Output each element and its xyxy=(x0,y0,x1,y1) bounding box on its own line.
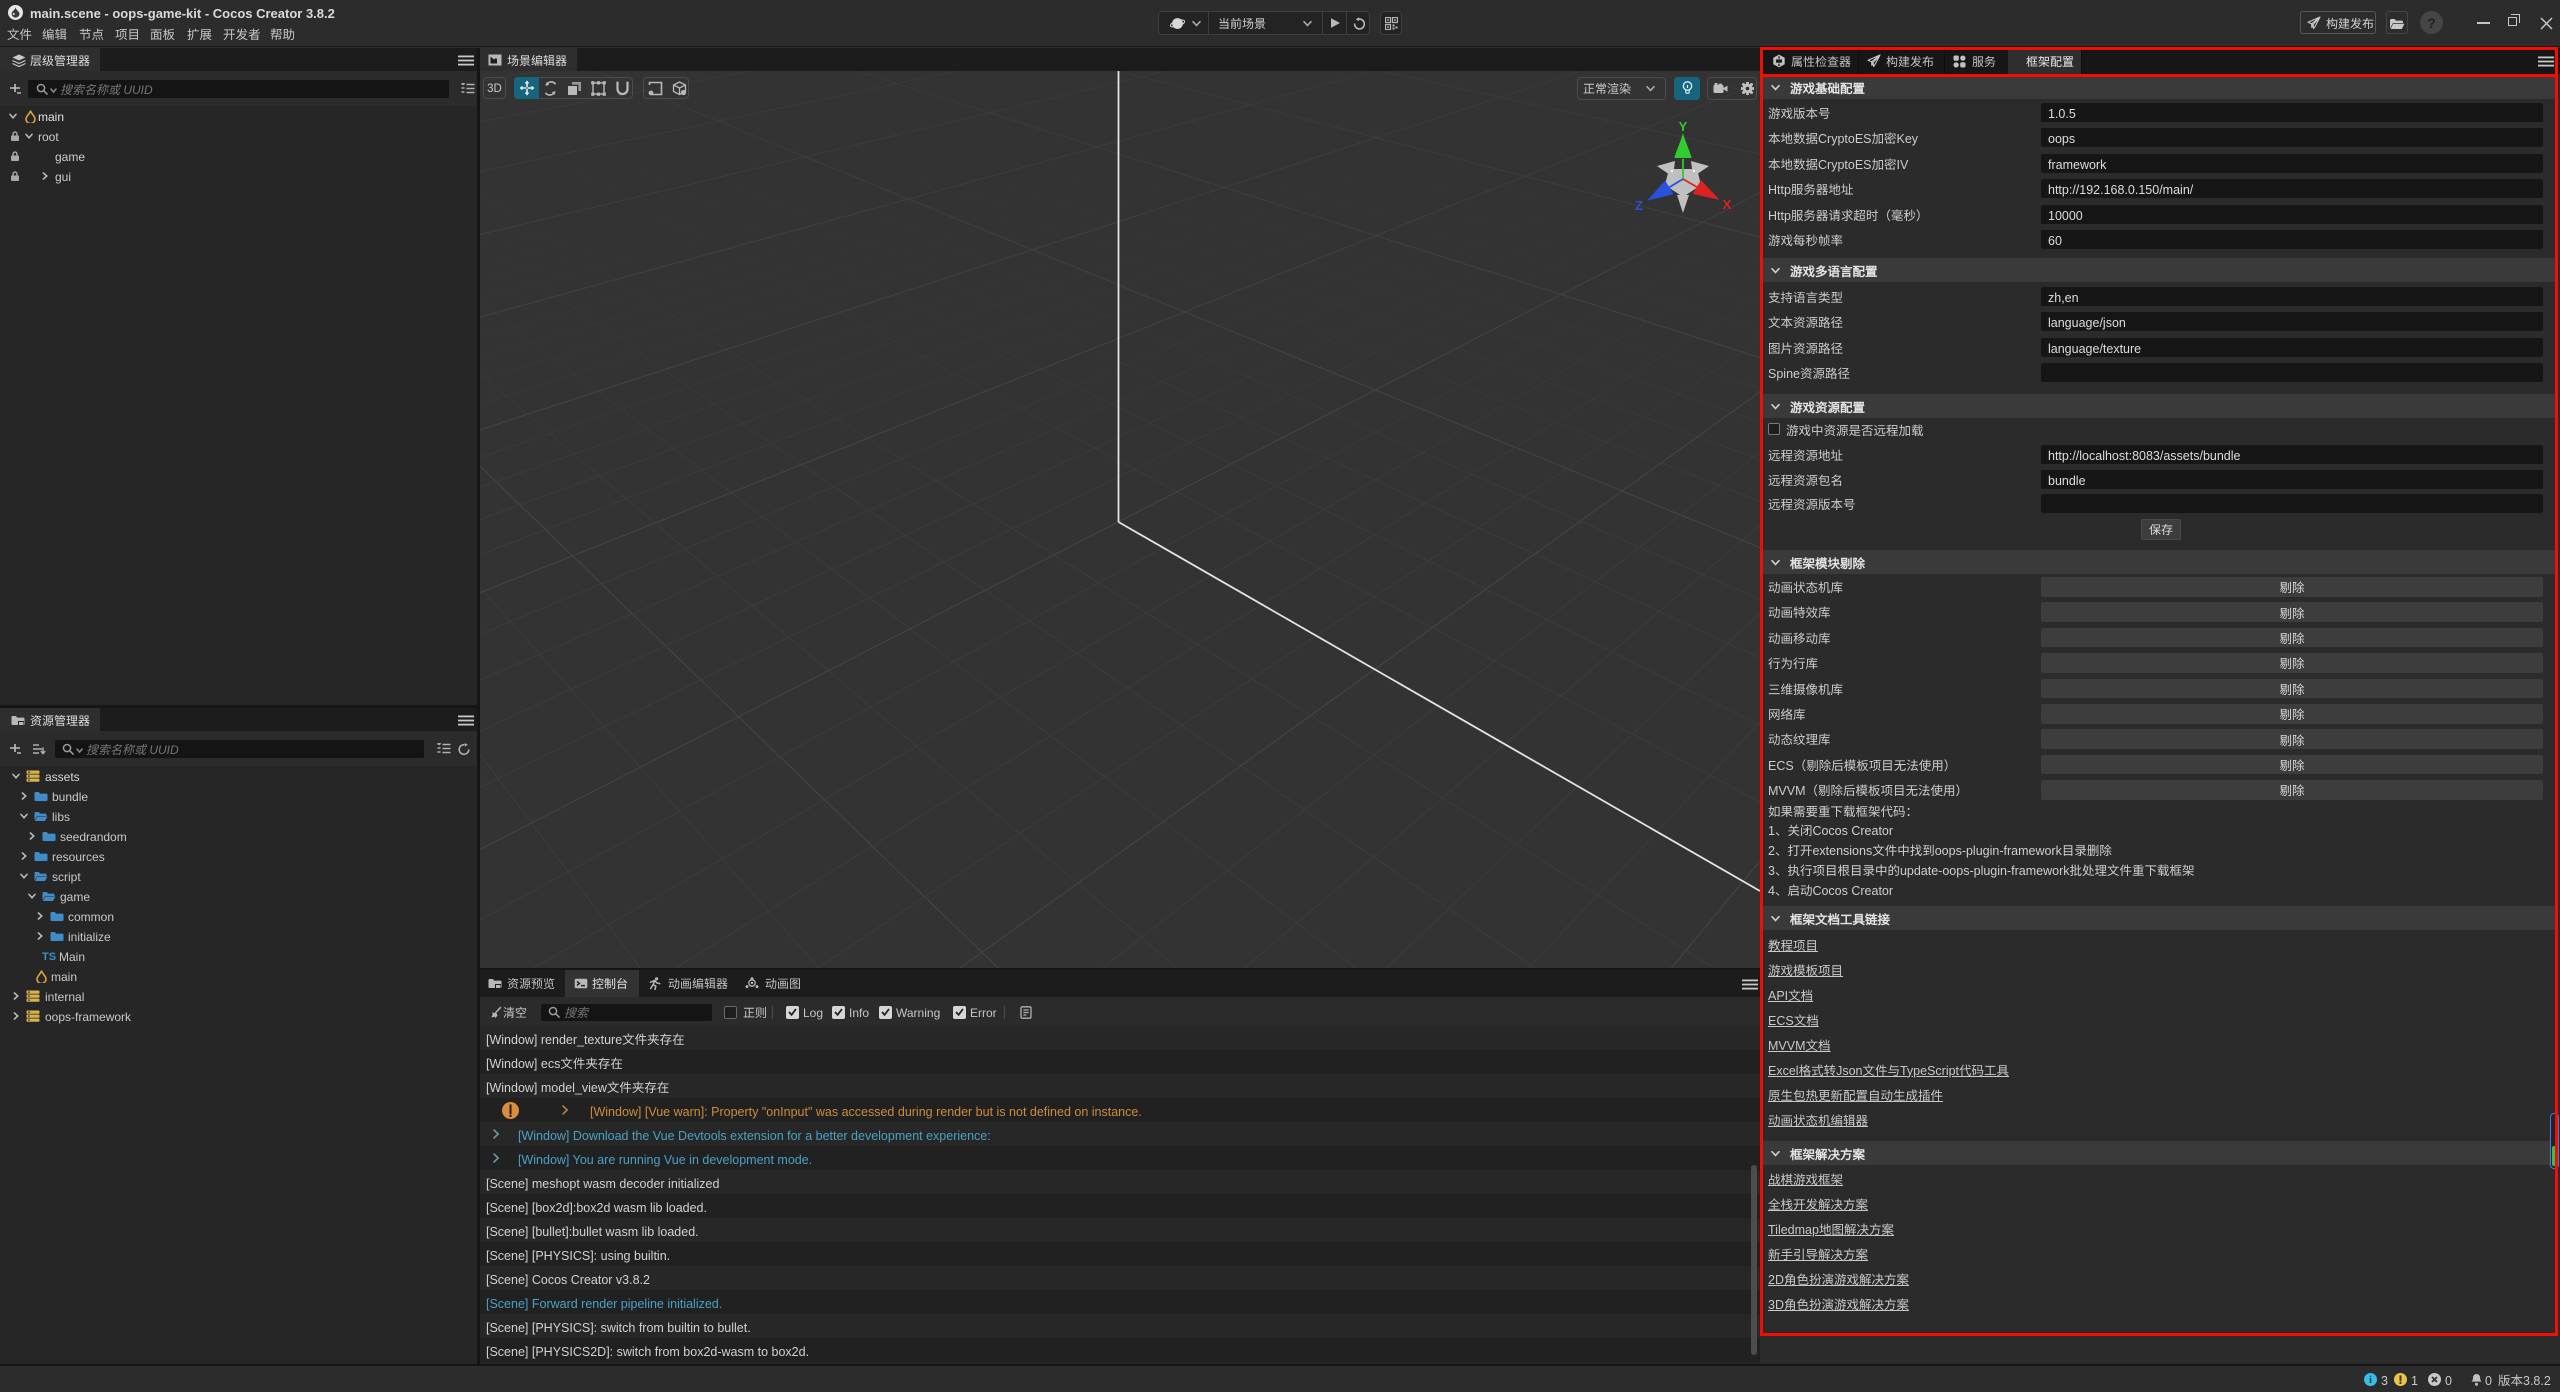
svg-text:i: i xyxy=(2369,1375,2372,1386)
svg-text:X: X xyxy=(1723,197,1732,212)
svg-text:Y: Y xyxy=(1679,121,1688,134)
svg-text:Z: Z xyxy=(1635,198,1643,213)
